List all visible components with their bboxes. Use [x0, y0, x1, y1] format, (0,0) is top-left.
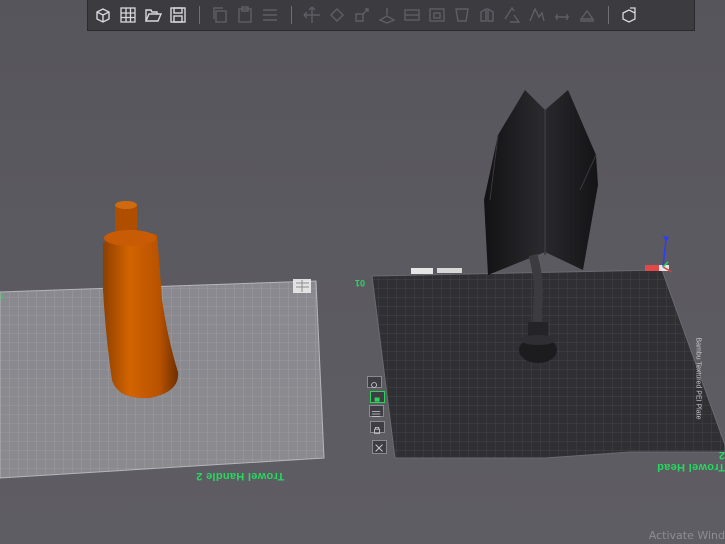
left-plate-index-label: 0 [0, 292, 3, 302]
right-plate-name-label: Trowel Head 2 [656, 449, 725, 473]
plate-settings-button[interactable] [367, 376, 382, 388]
arrange-icon [371, 411, 381, 417]
plate-type-label: Bambu Textured PEI Plate [694, 337, 702, 420]
3d-viewport[interactable]: 01 0 [0, 0, 725, 544]
lock-icon [374, 427, 380, 434]
gear-icon [371, 382, 377, 388]
right-plate-index-label: 01 [355, 278, 365, 288]
plate-delete-button[interactable] [372, 440, 387, 454]
left-plate-name-label: Trowel Handle 2 [196, 470, 285, 482]
plate-arrange-button[interactable] [369, 405, 384, 417]
plate-select-button[interactable] [370, 391, 385, 403]
windows-activation-watermark: Activate Wind [648, 529, 725, 542]
select-plate-icon [374, 397, 380, 402]
plate-lock-button[interactable] [370, 421, 385, 434]
right-build-plate[interactable] [371, 265, 725, 459]
close-icon [375, 444, 383, 452]
